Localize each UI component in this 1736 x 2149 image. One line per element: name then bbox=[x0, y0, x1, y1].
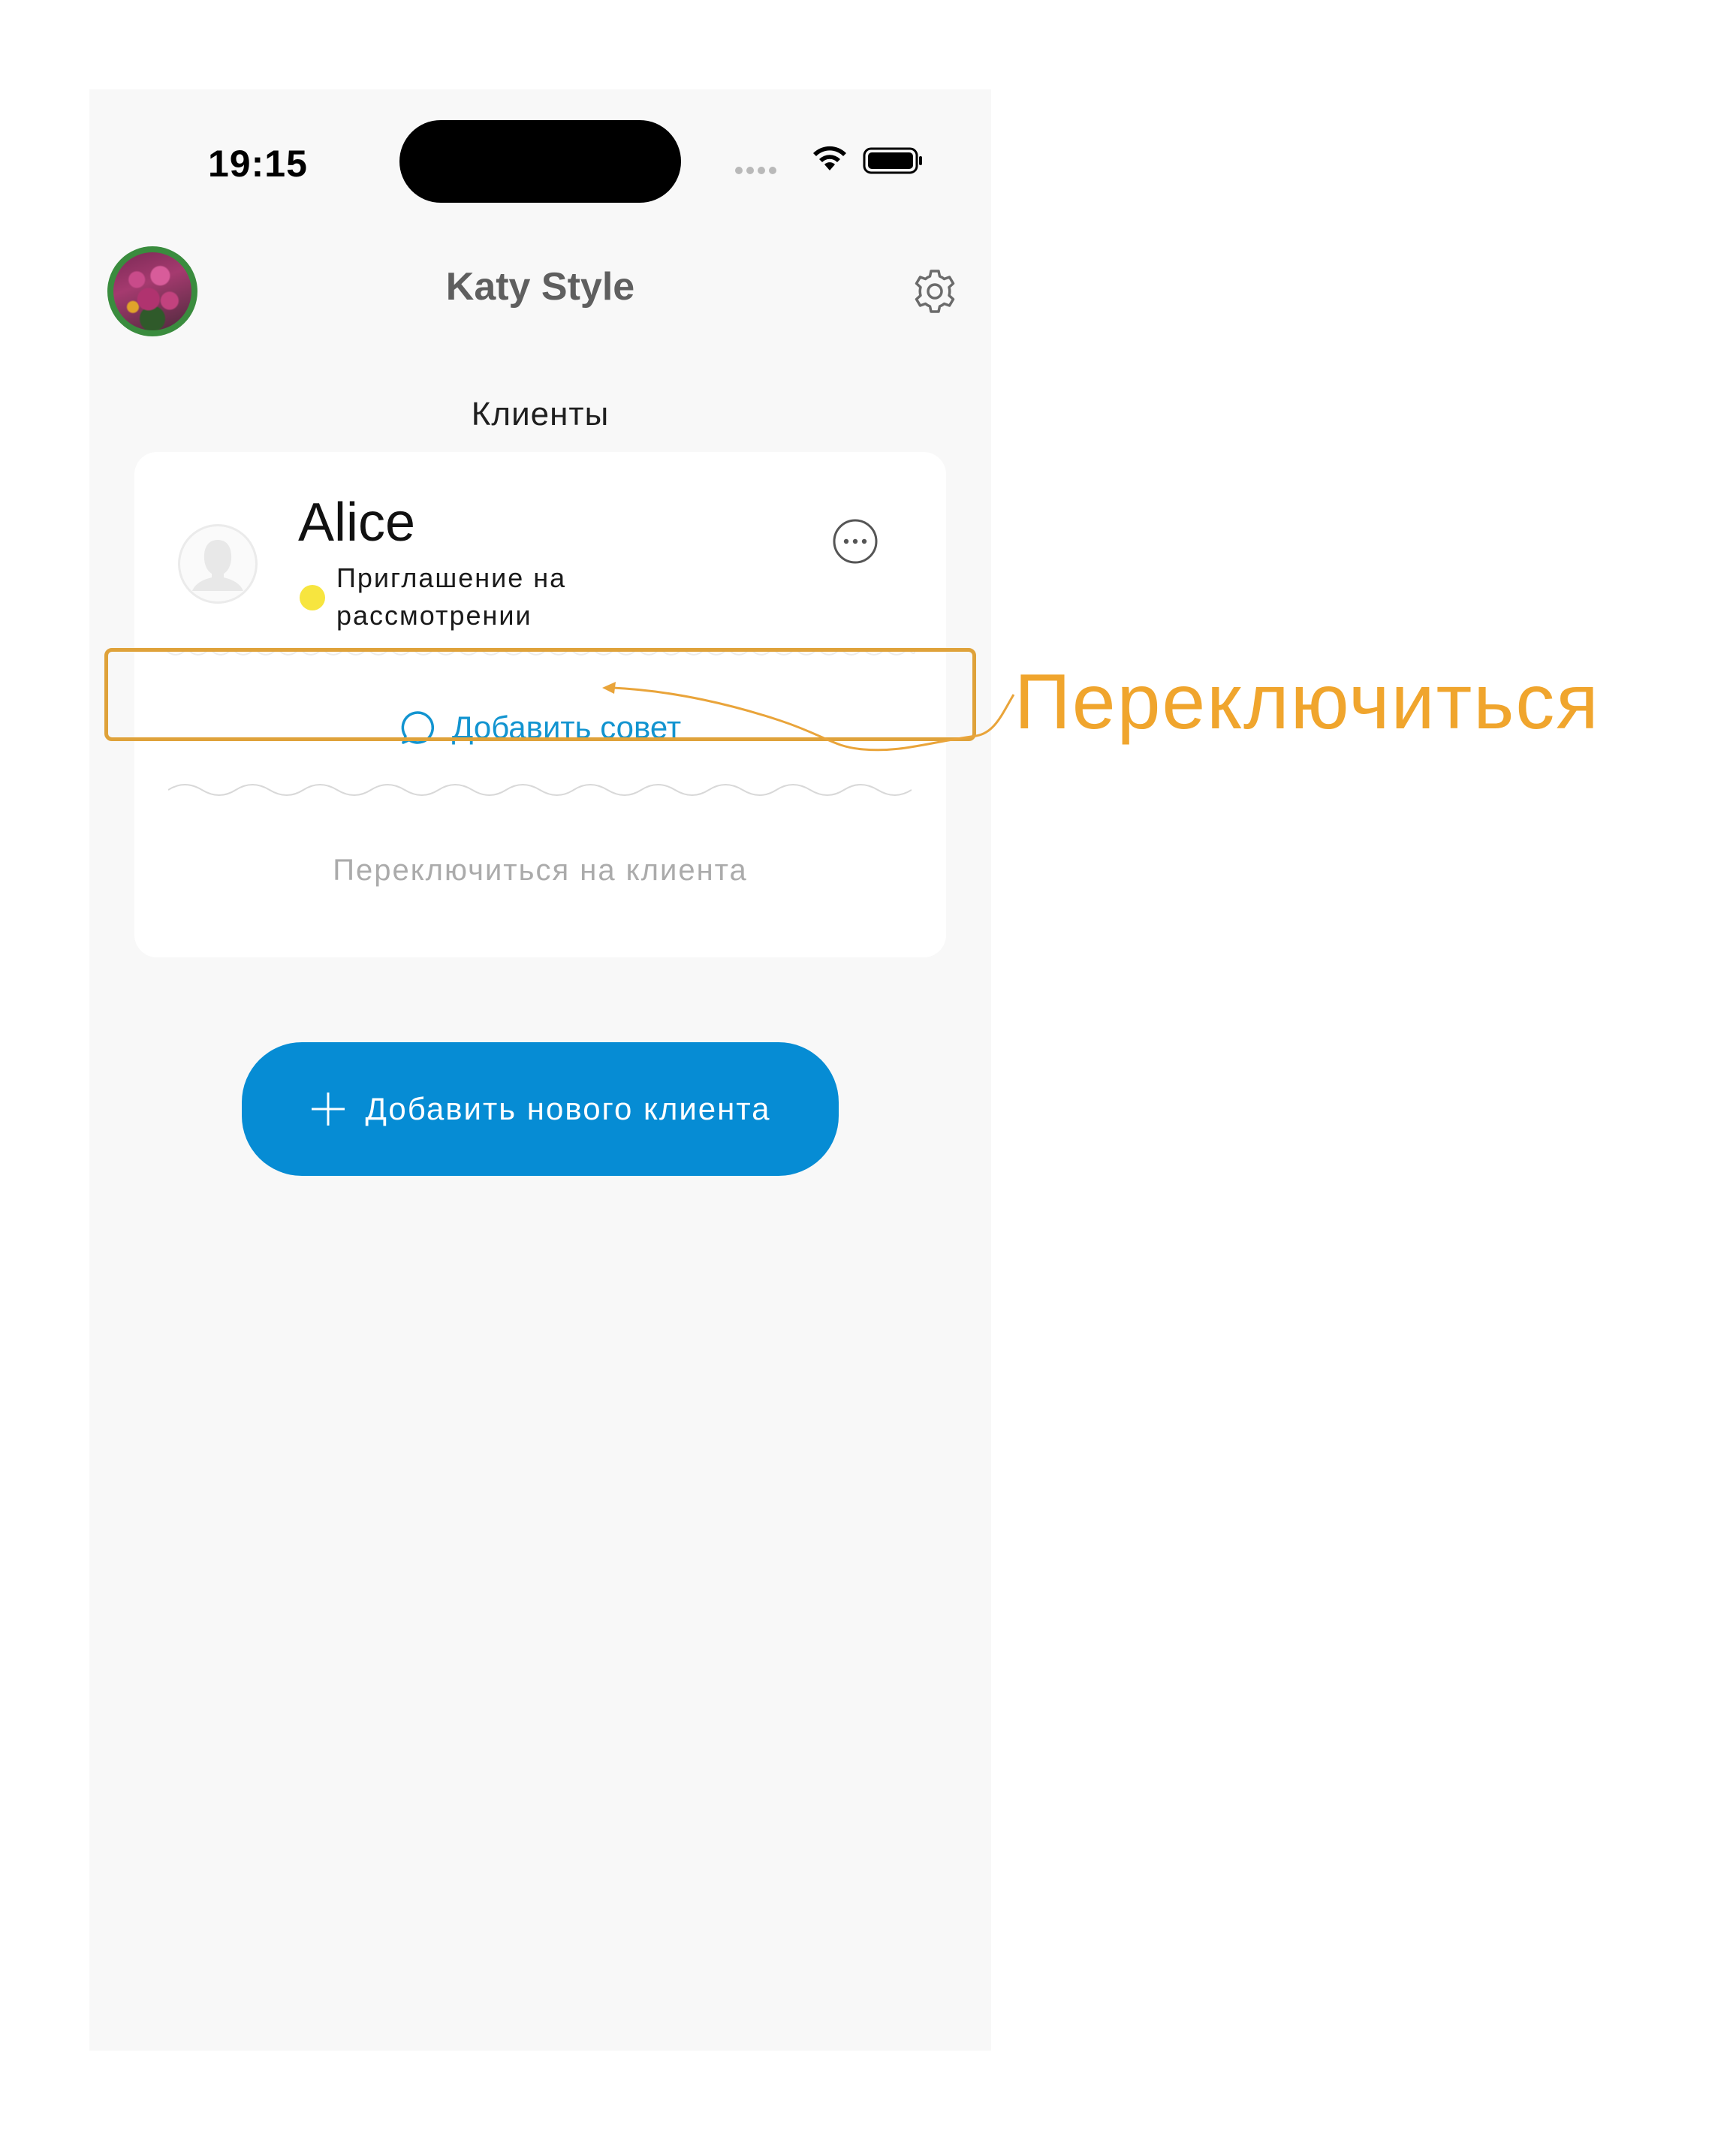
wave-divider bbox=[168, 784, 912, 796]
battery-icon bbox=[863, 147, 922, 174]
client-status: Приглашение на рассмотрении bbox=[336, 562, 567, 631]
status-indicator bbox=[300, 585, 325, 610]
add-client-button[interactable]: Добавить нового клиента bbox=[242, 1042, 839, 1176]
wifi-icon bbox=[813, 146, 846, 170]
status-time: 19:15 bbox=[208, 143, 308, 185]
gear-icon[interactable] bbox=[910, 267, 960, 316]
plus-icon bbox=[311, 1093, 345, 1126]
person-silhouette-icon bbox=[192, 540, 243, 591]
phone-screen: 19:15 Katy Style Клиенты Alice Приглашен… bbox=[89, 89, 991, 2051]
signal-icon bbox=[735, 164, 782, 174]
app-title: Katy Style bbox=[445, 265, 635, 309]
client-avatar-icon bbox=[178, 524, 258, 604]
section-title: Клиенты bbox=[471, 396, 610, 433]
switch-to-client-link[interactable]: Переключиться на клиента bbox=[134, 854, 946, 888]
annotation-label: Переключиться bbox=[1014, 659, 1600, 746]
client-name: Alice bbox=[298, 493, 416, 553]
status-icons bbox=[735, 143, 930, 181]
more-options-icon[interactable] bbox=[832, 518, 879, 565]
annotation-arrow-icon bbox=[602, 682, 1015, 752]
add-client-label: Добавить нового клиента bbox=[365, 1091, 771, 1126]
dynamic-island bbox=[399, 120, 681, 203]
